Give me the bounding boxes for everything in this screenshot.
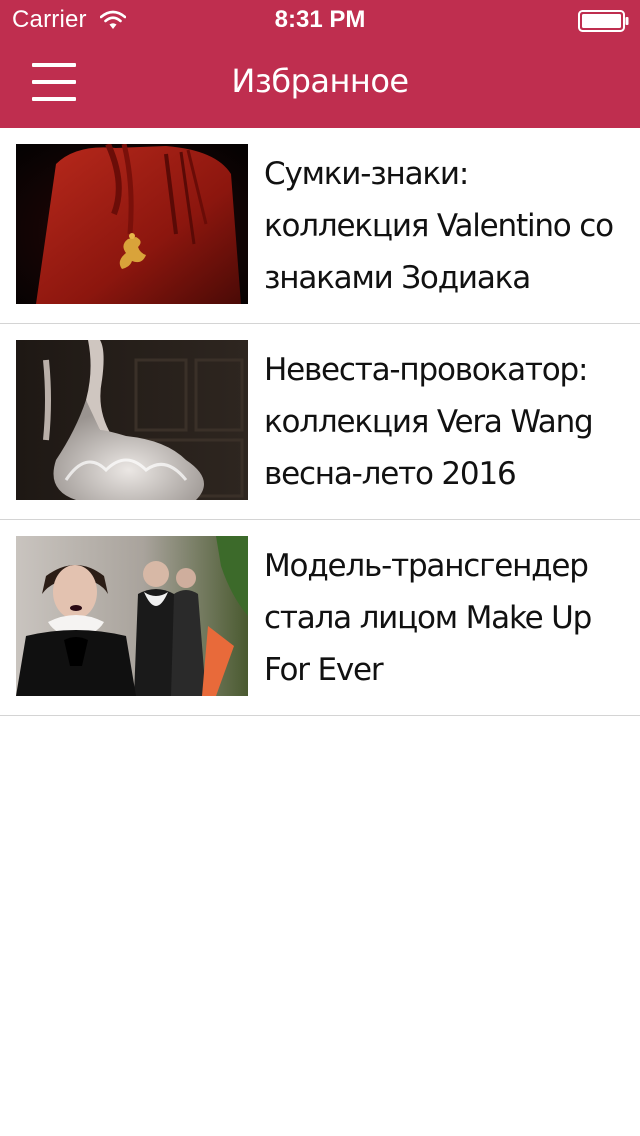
battery-full-icon — [578, 10, 629, 32]
navigation-bar: Избранное — [0, 40, 640, 128]
article-title: Модель-трансгендер стала лицом Make Up F… — [264, 520, 630, 715]
list-item[interactable]: Невеста-провокатор: коллекция Vera Wang … — [0, 324, 640, 520]
article-thumbnail-bride — [16, 340, 248, 500]
status-bar: Carrier 8:31 PM — [0, 0, 640, 40]
article-title-text: Невеста-провокатор: коллекция Vera Wang … — [264, 351, 594, 492]
article-title-text: Модель-трансгендер стала лицом Make Up F… — [264, 547, 592, 688]
favorites-screen: Carrier 8:31 PM Избранное Сумки-знаки: к… — [0, 0, 640, 1136]
favorites-list: Сумки-знаки: коллекция Valentino со знак… — [0, 128, 640, 716]
article-title: Сумки-знаки: коллекция Valentino со знак… — [264, 128, 630, 323]
status-time: 8:31 PM — [274, 6, 366, 33]
article-thumbnail-runway — [16, 536, 248, 696]
header: Carrier 8:31 PM Избранное — [0, 0, 640, 128]
article-title-text: Сумки-знаки: коллекция Valentino со знак… — [264, 155, 614, 296]
article-thumbnail-handbag — [16, 144, 248, 304]
list-item[interactable]: Сумки-знаки: коллекция Valentino со знак… — [0, 128, 640, 324]
article-title: Невеста-провокатор: коллекция Vera Wang … — [264, 324, 630, 519]
list-item[interactable]: Модель-трансгендер стала лицом Make Up F… — [0, 520, 640, 716]
page-title: Избранное — [231, 62, 409, 100]
